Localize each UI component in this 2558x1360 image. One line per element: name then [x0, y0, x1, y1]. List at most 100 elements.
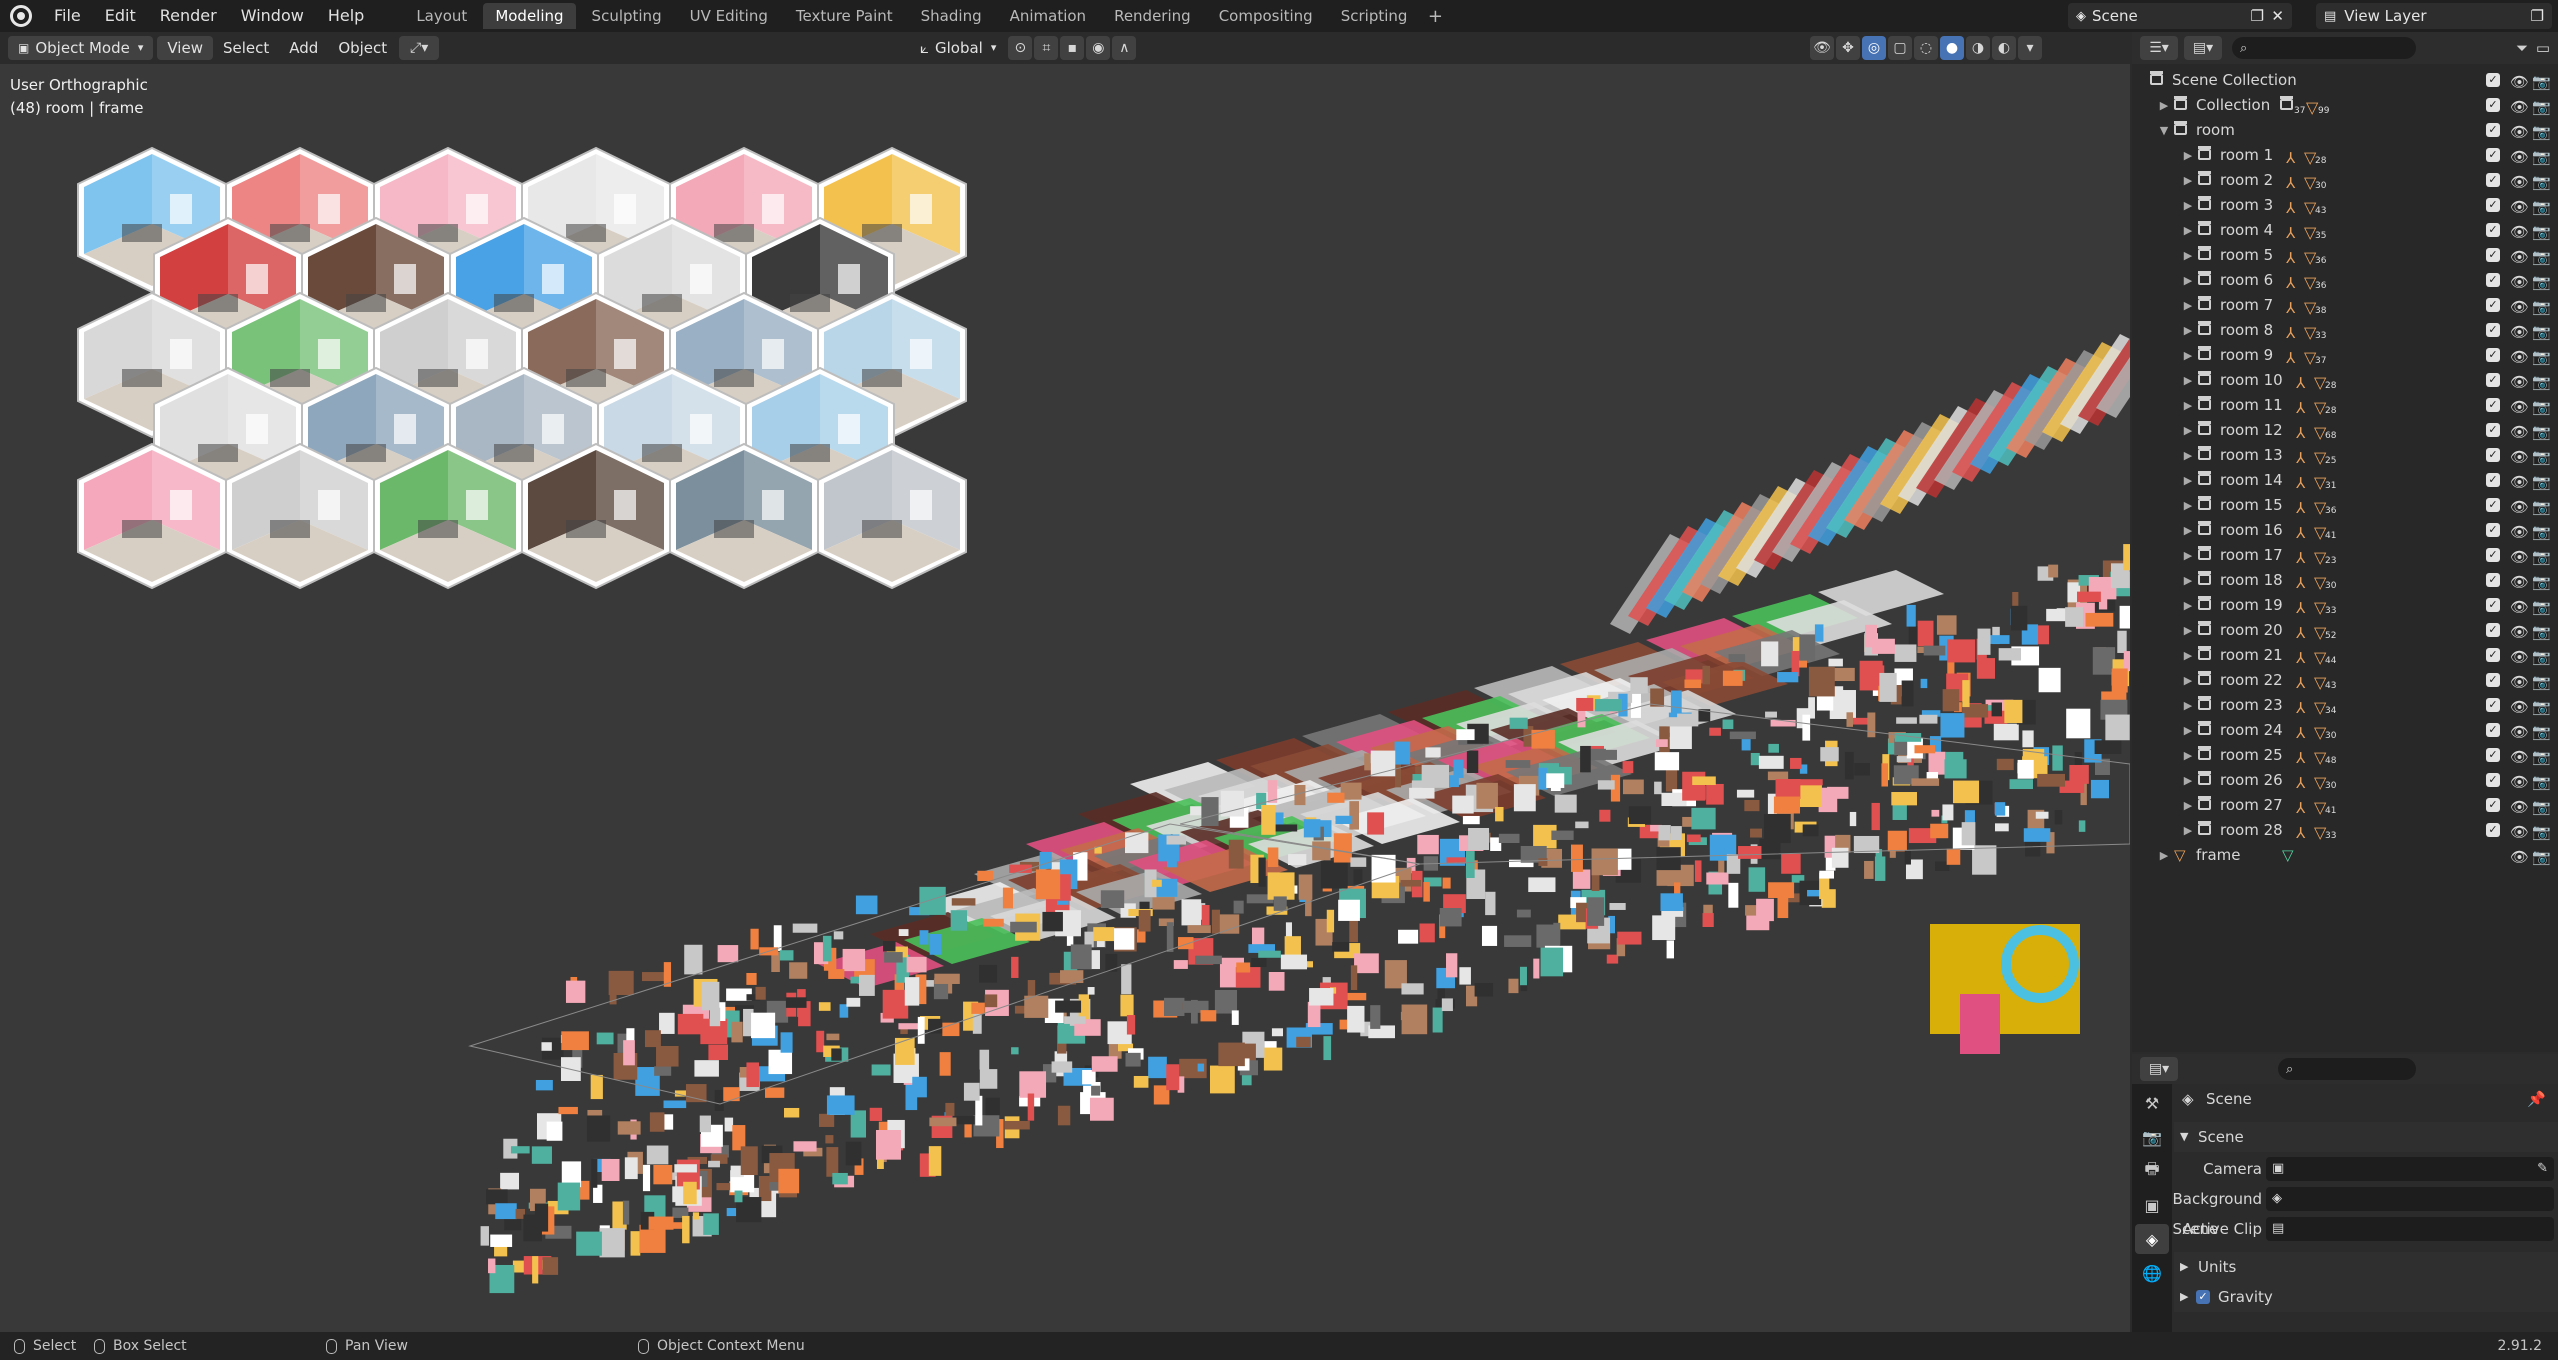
background-scene-field[interactable]: ◈	[2266, 1187, 2554, 1211]
camera-render-icon[interactable]: 📷	[2532, 245, 2551, 270]
gravity-panel-header[interactable]: ▶ ✓ Gravity	[2174, 1282, 2558, 1312]
outliner-item-frame[interactable]: ▶ ▽ frame ▽ 👁 📷	[2132, 843, 2558, 868]
eye-icon[interactable]: 👁	[2510, 845, 2529, 870]
eye-icon[interactable]: 👁	[2510, 220, 2529, 245]
editor-type-icon[interactable]: ▤▾	[2140, 1057, 2178, 1081]
exclude-checkbox[interactable]: ✓	[2486, 423, 2500, 437]
outliner-item-room-child[interactable]: ▶ room 13 ⅄ ▽ 25 ✓ 👁 📷	[2132, 443, 2558, 468]
exclude-checkbox[interactable]: ✓	[2486, 148, 2500, 162]
workspace-tab[interactable]: Rendering	[1102, 3, 1203, 29]
visibility-icon[interactable]: 👁	[1810, 36, 1834, 60]
snap-icon[interactable]: ⌗	[1034, 36, 1059, 60]
outliner-item-room-child[interactable]: ▶ room 28 ⅄ ▽ 33 ✓ 👁 📷	[2132, 818, 2558, 843]
outliner-item-room-child[interactable]: ▶ room 8 ⅄ ▽ 33 ✓ 👁 📷	[2132, 318, 2558, 343]
camera-render-icon[interactable]: 📷	[2532, 570, 2551, 595]
exclude-checkbox[interactable]: ✓	[2486, 823, 2500, 837]
outliner-item-room-child[interactable]: ▶ room 27 ⅄ ▽ 41 ✓ 👁 📷	[2132, 793, 2558, 818]
pin-icon[interactable]: 📌	[2527, 1084, 2546, 1114]
menu-file[interactable]: File	[42, 0, 93, 32]
outliner-item-room-child[interactable]: ▶ room 6 ⅄ ▽ 36 ✓ 👁 📷	[2132, 268, 2558, 293]
menu-render[interactable]: Render	[148, 0, 229, 32]
exclude-checkbox[interactable]: ✓	[2486, 373, 2500, 387]
exclude-checkbox[interactable]: ✓	[2486, 523, 2500, 537]
outliner-item-room-child[interactable]: ▶ room 5 ⅄ ▽ 36 ✓ 👁 📷	[2132, 243, 2558, 268]
close-scene-icon[interactable]: ✕	[2271, 7, 2284, 25]
view-layer-tab-icon[interactable]: ▣	[2135, 1190, 2169, 1220]
camera-render-icon[interactable]: 📷	[2532, 820, 2551, 845]
workspace-tab[interactable]: Layout	[404, 3, 479, 29]
eye-icon[interactable]: 👁	[2510, 445, 2529, 470]
eye-icon[interactable]: 👁	[2510, 770, 2529, 795]
eye-icon[interactable]: 👁	[2510, 120, 2529, 145]
eye-icon[interactable]: 👁	[2510, 545, 2529, 570]
collapsed-icon[interactable]: ▶	[2182, 343, 2194, 368]
eye-icon[interactable]: 👁	[2510, 795, 2529, 820]
camera-render-icon[interactable]: 📷	[2532, 595, 2551, 620]
camera-render-icon[interactable]: 📷	[2532, 195, 2551, 220]
exclude-checkbox[interactable]: ✓	[2486, 273, 2500, 287]
add-menu[interactable]: Add	[279, 36, 328, 60]
outliner-item-room-child[interactable]: ▶ room 4 ⅄ ▽ 35 ✓ 👁 📷	[2132, 218, 2558, 243]
view-menu[interactable]: View	[157, 36, 213, 60]
workspace-tab[interactable]: Animation	[998, 3, 1098, 29]
proportional-editing-icon[interactable]: ◉	[1086, 36, 1111, 60]
properties-search-input[interactable]: ⌕	[2278, 1058, 2416, 1080]
exclude-checkbox[interactable]: ✓	[2486, 623, 2500, 637]
workspace-tab[interactable]: Shading	[909, 3, 994, 29]
menu-help[interactable]: Help	[316, 0, 376, 32]
select-menu[interactable]: Select	[213, 36, 279, 60]
tool-tab-icon[interactable]: ⚒	[2135, 1088, 2169, 1118]
exclude-checkbox[interactable]: ✓	[2486, 398, 2500, 412]
gizmo-icon[interactable]: ✥	[1836, 36, 1860, 60]
outliner-item-room-child[interactable]: ▶ room 12 ⅄ ▽ 68 ✓ 👁 📷	[2132, 418, 2558, 443]
eye-icon[interactable]: 👁	[2510, 245, 2529, 270]
world-tab-icon[interactable]: 🌐	[2135, 1258, 2169, 1288]
collapsed-icon[interactable]: ▶	[2182, 143, 2194, 168]
outliner-item-room-child[interactable]: ▶ room 24 ⅄ ▽ 30 ✓ 👁 📷	[2132, 718, 2558, 743]
collapsed-icon[interactable]: ▶	[2182, 593, 2194, 618]
object-menu[interactable]: Object	[328, 36, 397, 60]
eye-icon[interactable]: 👁	[2510, 620, 2529, 645]
exclude-checkbox[interactable]: ✓	[2486, 448, 2500, 462]
exclude-checkbox[interactable]: ✓	[2486, 548, 2500, 562]
camera-render-icon[interactable]: 📷	[2532, 520, 2551, 545]
camera-render-icon[interactable]: 📷	[2532, 370, 2551, 395]
collapsed-icon[interactable]: ▶	[2182, 543, 2194, 568]
collapsed-icon[interactable]: ▶	[2182, 393, 2194, 418]
camera-render-icon[interactable]: 📷	[2532, 420, 2551, 445]
collapsed-icon[interactable]: ▶	[2182, 618, 2194, 643]
render-tab-icon[interactable]: 📷	[2135, 1122, 2169, 1152]
eye-icon[interactable]: 👁	[2510, 720, 2529, 745]
camera-render-icon[interactable]: 📷	[2532, 620, 2551, 645]
outliner-item-room-child[interactable]: ▶ room 17 ⅄ ▽ 23 ✓ 👁 📷	[2132, 543, 2558, 568]
workspace-tab[interactable]: Texture Paint	[784, 3, 905, 29]
eye-icon[interactable]: 👁	[2510, 170, 2529, 195]
workspace-tab[interactable]: Compositing	[1207, 3, 1325, 29]
blender-logo-icon[interactable]	[10, 5, 32, 27]
camera-render-icon[interactable]: 📷	[2532, 645, 2551, 670]
eye-icon[interactable]: 👁	[2510, 495, 2529, 520]
eye-icon[interactable]: 👁	[2510, 345, 2529, 370]
filter-icon[interactable]: ⏷	[2516, 39, 2528, 57]
exclude-checkbox[interactable]: ✓	[2486, 298, 2500, 312]
collapsed-icon[interactable]: ▶	[2182, 718, 2194, 743]
scene-selector[interactable]: ◈ Scene ❐ ✕	[2068, 3, 2292, 29]
collapsed-icon[interactable]: ▶	[2182, 568, 2194, 593]
exclude-checkbox[interactable]: ✓	[2486, 323, 2500, 337]
output-tab-icon[interactable]: 🖶	[2135, 1156, 2169, 1186]
camera-render-icon[interactable]: 📷	[2532, 445, 2551, 470]
eye-icon[interactable]: 👁	[2510, 745, 2529, 770]
eye-icon[interactable]: 👁	[2510, 645, 2529, 670]
collapsed-icon[interactable]: ▶	[2182, 493, 2194, 518]
camera-render-icon[interactable]: 📷	[2532, 345, 2551, 370]
expanded-icon[interactable]: ▼	[2158, 118, 2170, 143]
outliner-item-room-child[interactable]: ▶ room 25 ⅄ ▽ 48 ✓ 👁 📷	[2132, 743, 2558, 768]
exclude-checkbox[interactable]: ✓	[2486, 498, 2500, 512]
eye-icon[interactable]: 👁	[2510, 695, 2529, 720]
outliner-item-room-child[interactable]: ▶ room 11 ⅄ ▽ 28 ✓ 👁 📷	[2132, 393, 2558, 418]
eyedropper-icon[interactable]: ✎	[2537, 1157, 2548, 1181]
camera-render-icon[interactable]: 📷	[2532, 695, 2551, 720]
copy-view-layer-icon[interactable]: ❐	[2531, 7, 2544, 25]
outliner-item-room-child[interactable]: ▶ room 26 ⅄ ▽ 30 ✓ 👁 📷	[2132, 768, 2558, 793]
exclude-checkbox[interactable]: ✓	[2486, 698, 2500, 712]
